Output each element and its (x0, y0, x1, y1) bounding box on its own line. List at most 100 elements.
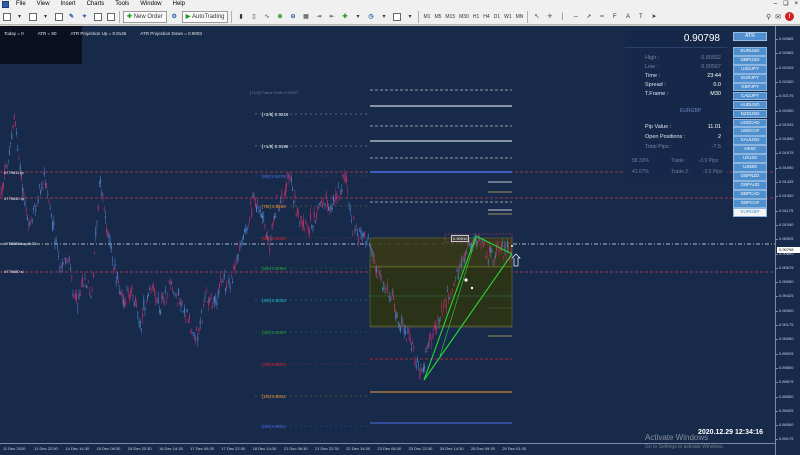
restore-icon[interactable]: ❑ (783, 0, 788, 9)
cursor-icon[interactable]: ↖ (531, 11, 542, 23)
symbol-button-us500[interactable]: US500 (733, 163, 767, 172)
timeframe-m5[interactable]: M5 (432, 11, 443, 22)
symbol-button-usdchf[interactable]: USDCHF (733, 127, 767, 137)
candle-body (406, 339, 408, 341)
symbol-button-cadjpy[interactable]: CADJPY (733, 91, 767, 101)
candle-body (312, 225, 314, 227)
minimize-icon[interactable]: – (774, 0, 777, 9)
atr-button[interactable]: ATR (733, 32, 767, 41)
tester-icon[interactable] (105, 11, 116, 23)
candle-body (228, 278, 230, 285)
line-chart-icon[interactable]: ∿ (261, 11, 272, 23)
candle-body (161, 293, 163, 299)
data-window-icon[interactable]: ✎ (66, 11, 77, 23)
candle-body (7, 161, 9, 162)
candle-body (421, 369, 423, 371)
dropdown-arrow-icon[interactable]: ▾ (404, 11, 415, 23)
symbol-button-gbpjpy[interactable]: GBPJPY (733, 82, 767, 92)
candle-body (289, 176, 291, 178)
chat-icon[interactable]: ✉ (775, 13, 781, 21)
symbol-button-gbpcad[interactable]: GBPCAD (733, 190, 767, 199)
time-tick-label: 17 Dec 22:30 (221, 446, 246, 451)
candle-body (444, 299, 446, 302)
timeframe-m30[interactable]: M30 (457, 11, 471, 22)
price-tick-mark (776, 139, 778, 141)
menu-charts[interactable]: Charts (82, 0, 111, 9)
dropdown-arrow-icon[interactable]: ▾ (14, 11, 25, 23)
price-chart[interactable]: Today = 0 ATR = 90 ATR Projection Up = 0… (0, 26, 800, 455)
timeframe-m15[interactable]: M15 (443, 11, 457, 22)
timeframe-w1[interactable]: W1 (502, 11, 514, 22)
symbol-button-eurusd[interactable]: EURUSD (733, 47, 767, 56)
symbol-button-usdcad[interactable]: USDCAD (733, 118, 767, 128)
symbol-button-usdjpy[interactable]: USDJPY (733, 64, 767, 74)
profiles-icon[interactable] (27, 11, 38, 23)
candlestick-icon[interactable]: ▯ (248, 11, 259, 23)
periods-icon[interactable]: ◷ (365, 11, 376, 23)
symbol-button-gbpaud[interactable]: GBPAUD (733, 181, 767, 190)
timeframe-mn[interactable]: MN (514, 11, 526, 22)
vertical-line-icon[interactable]: │ (557, 11, 568, 23)
bar-chart-icon[interactable]: ▮ (235, 11, 246, 23)
symbol-button-xauusd[interactable]: XAUUSD (733, 136, 767, 146)
menu-file[interactable]: File (11, 0, 32, 9)
symbol-button-uk100[interactable]: UK100 (733, 154, 767, 163)
menu-insert[interactable]: Insert (56, 0, 82, 9)
zoom-out-icon[interactable]: ⊖ (287, 11, 298, 23)
menu-view[interactable]: View (32, 0, 56, 9)
metaeditor-icon[interactable]: ⚙ (169, 11, 180, 23)
symbol-button-nzdusd[interactable]: NZDUSD (733, 109, 767, 119)
candle-body (16, 132, 18, 134)
timeframe-m1[interactable]: M1 (421, 11, 432, 22)
timeframe-h4[interactable]: H4 (481, 11, 491, 22)
fib-level-value: 0.8911 (270, 424, 286, 429)
channel-icon[interactable]: ═ (596, 11, 607, 23)
dropdown-arrow-icon[interactable]: ▾ (352, 11, 363, 23)
dropdown-arrow-icon[interactable]: ▾ (378, 11, 389, 23)
text-icon[interactable]: A (622, 11, 633, 23)
arrows-icon[interactable]: ➤ (648, 11, 659, 23)
timeframe-d1[interactable]: D1 (492, 11, 502, 22)
symbol-button-gbpnzd[interactable]: GBPNZD (733, 172, 767, 181)
alert-icon[interactable]: ! (785, 12, 794, 21)
search-icon[interactable]: ⚲ (766, 13, 771, 21)
candle-body (212, 297, 214, 300)
fibonacci-icon[interactable]: F (609, 11, 620, 23)
navigator-icon[interactable]: ✦ (79, 11, 90, 23)
price-tick-label: 0.89175 (779, 436, 794, 442)
menu-window[interactable]: Window (135, 0, 167, 9)
candle-body (103, 208, 105, 210)
menu-tools[interactable]: Tools (110, 0, 135, 9)
autotrading-button[interactable]: ▶ AutoTrading (181, 10, 229, 23)
symbol-button-eurgbp[interactable]: EURGBP (733, 207, 767, 217)
symbol-button-eurjpy[interactable]: EURJPY (733, 73, 767, 83)
candle-body (46, 182, 48, 188)
terminal-icon[interactable] (92, 11, 103, 23)
window-controls: – ❑ × (774, 0, 798, 9)
candle-body (70, 268, 72, 270)
indicators-icon[interactable]: ✚ (339, 11, 350, 23)
new-chart-icon[interactable] (1, 11, 12, 23)
symbol-button-audusd[interactable]: AUDUSD (733, 100, 767, 110)
dropdown-arrow-icon[interactable]: ▾ (40, 11, 51, 23)
label-icon[interactable]: T (635, 11, 646, 23)
price-axis[interactable]: 0.92665 0.92665 0.92425 0.92300 0.92175 0.920… (775, 26, 800, 455)
menu-help[interactable]: Help (168, 0, 191, 9)
trendline-icon[interactable]: ➚ (583, 11, 594, 23)
candle-body (445, 304, 447, 310)
templates-icon[interactable] (391, 11, 402, 23)
close-icon[interactable]: × (794, 0, 798, 9)
symbol-button-gbpchf[interactable]: GBPCHF (733, 198, 767, 208)
market-watch-icon[interactable] (53, 11, 64, 23)
chart-shift-icon[interactable]: ⇤ (326, 11, 337, 23)
horizontal-line-icon[interactable]: ─ (570, 11, 581, 23)
crosshair-icon[interactable]: ✛ (544, 11, 555, 23)
candle-body (324, 203, 326, 205)
zoom-in-icon[interactable]: ⊕ (274, 11, 285, 23)
new-order-button[interactable]: ✚ New Order (123, 10, 167, 23)
timeframe-h1[interactable]: H1 (471, 11, 481, 22)
symbol-button-hk50[interactable]: HK50 (733, 145, 767, 154)
symbol-button-gbpusd[interactable]: GBPUSD (733, 55, 767, 65)
tile-windows-icon[interactable]: ▦ (300, 11, 311, 23)
autoscroll-icon[interactable]: ⇥ (313, 11, 324, 23)
